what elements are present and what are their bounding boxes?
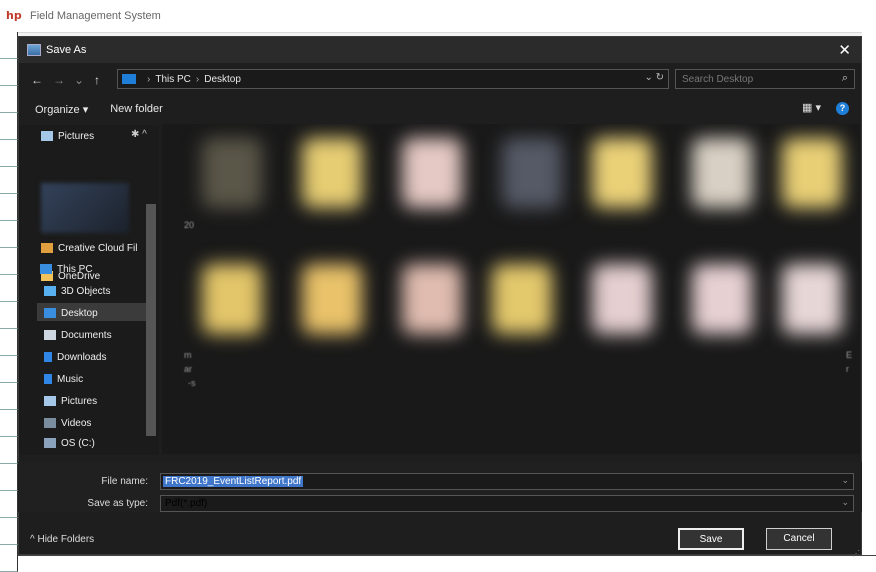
file-name-label: File name:	[101, 476, 148, 487]
music-icon	[44, 374, 52, 384]
sidebar-item-documents[interactable]: Documents	[44, 326, 112, 344]
pictures-icon	[44, 396, 56, 406]
sidebar-scrollbar-thumb[interactable]	[146, 204, 156, 436]
save-as-type-select[interactable]: Pdf(*.pdf) ⌄	[160, 495, 854, 512]
view-options-button[interactable]: ▦ ▾	[802, 101, 821, 114]
address-bar[interactable]: › This PC › Desktop ⌄ ↻	[117, 69, 669, 89]
background-right-edge	[862, 32, 876, 556]
downloads-icon	[44, 352, 52, 362]
file-thumbnail[interactable]	[302, 138, 362, 208]
app-title: Field Management System	[30, 10, 161, 22]
file-thumbnail[interactable]	[202, 264, 262, 334]
file-label: -s	[188, 378, 196, 388]
back-button[interactable]: ←	[29, 73, 45, 87]
file-thumbnail[interactable]	[402, 138, 462, 208]
file-label: E	[846, 350, 853, 360]
recent-locations-button[interactable]: ⌄	[71, 73, 87, 87]
navigation-tree: This PC 3D Objects Desktop Documents Dow…	[18, 124, 156, 454]
navigation-bar: ← → ⌄ ↑ › This PC › Desktop ⌄ ↻ Search D…	[19, 67, 861, 93]
sidebar-item-pictures[interactable]: Pictures	[44, 392, 97, 410]
file-thumbnail[interactable]	[592, 264, 652, 334]
file-label: m	[184, 350, 192, 360]
command-bar: Organize ▾ New folder ▦ ▾ ?	[19, 97, 861, 121]
this-pc-icon	[40, 264, 52, 274]
sidebar-item-os-c[interactable]: OS (C:)	[44, 434, 95, 452]
this-pc-icon	[122, 74, 136, 84]
file-thumbnail[interactable]	[502, 138, 562, 208]
save-as-type-label: Save as type:	[87, 498, 148, 509]
file-name-value: FRC2019_EventListReport.pdf	[163, 476, 304, 487]
file-thumbnail[interactable]	[782, 264, 842, 334]
breadcrumb-separator-icon: ›	[147, 73, 151, 85]
close-button[interactable]: ✕	[838, 41, 851, 59]
sidebar-item-desktop[interactable]: Desktop	[44, 304, 98, 322]
save-fields-panel: File name: FRC2019_EventListReport.pdf ⌄…	[18, 462, 862, 512]
resize-grip-icon[interactable]: ⋰	[852, 549, 860, 558]
hide-folders-button[interactable]: ^ Hide Folders	[30, 534, 94, 545]
sidebar-item-videos[interactable]: Videos	[44, 414, 91, 432]
file-name-input[interactable]: FRC2019_EventListReport.pdf ⌄	[160, 473, 854, 490]
up-button[interactable]: ↑	[89, 73, 105, 87]
file-thumbnail[interactable]	[692, 264, 752, 334]
sidebar-item-this-pc-row[interactable]: This PC	[40, 260, 93, 278]
documents-icon	[44, 330, 56, 340]
sidebar-item-3d-objects[interactable]: 3D Objects	[44, 282, 110, 300]
dialog-footer: ^ Hide Folders Save Cancel ⋰	[18, 520, 862, 560]
address-dropdown-refresh[interactable]: ⌄ ↻	[644, 72, 664, 83]
search-input[interactable]: Search Desktop ⌕	[675, 69, 855, 89]
breadcrumb-this-pc[interactable]: This PC	[155, 74, 191, 85]
sidebar-item-music[interactable]: Music	[44, 370, 83, 388]
sidebar-item-downloads[interactable]: Downloads	[44, 348, 106, 366]
videos-icon	[44, 418, 56, 428]
breadcrumb-separator-icon: ›	[195, 73, 200, 85]
file-thumbnail[interactable]	[202, 138, 262, 208]
save-as-type-value: Pdf(*.pdf)	[165, 498, 208, 509]
file-thumbnail[interactable]	[692, 138, 752, 208]
new-folder-button[interactable]: New folder	[110, 103, 163, 115]
dialog-title: Save As	[46, 44, 87, 56]
file-label: r	[846, 364, 849, 374]
chevron-down-icon[interactable]: ⌄	[841, 497, 849, 508]
background-table-edge	[0, 32, 18, 572]
search-icon[interactable]: ⌕	[842, 72, 848, 85]
app-logo: hp	[6, 9, 22, 22]
chevron-down-icon[interactable]: ⌄	[841, 475, 849, 486]
desktop-icon	[44, 308, 56, 318]
file-thumbnail[interactable]	[592, 138, 652, 208]
3d-objects-icon	[44, 286, 56, 296]
help-icon[interactable]: ?	[836, 102, 849, 115]
file-thumbnail[interactable]	[402, 264, 462, 334]
file-list-view: 20 m ar -s E r	[162, 124, 860, 454]
cancel-button[interactable]: Cancel	[766, 528, 832, 550]
file-thumbnail[interactable]	[782, 138, 842, 208]
file-thumbnail[interactable]	[302, 264, 362, 334]
file-label: ar	[184, 364, 193, 374]
dialog-titlebar: Save As ✕	[19, 37, 861, 63]
breadcrumb-desktop[interactable]: Desktop	[204, 74, 241, 85]
forward-button[interactable]: →	[51, 73, 67, 87]
app-titlebar: hp Field Management System	[0, 0, 876, 33]
organize-button[interactable]: Organize ▾	[35, 103, 88, 116]
file-thumbnail[interactable]	[492, 264, 552, 334]
drive-icon	[44, 438, 56, 448]
save-as-icon	[27, 44, 41, 56]
file-label: 20	[184, 220, 195, 230]
save-button[interactable]: Save	[678, 528, 744, 550]
search-placeholder: Search Desktop	[682, 73, 754, 85]
